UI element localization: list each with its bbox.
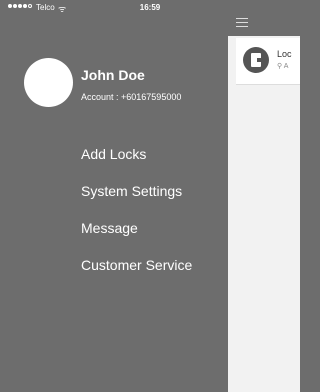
user-icon: ⚲ — [277, 63, 283, 70]
hamburger-menu-icon[interactable] — [236, 18, 248, 27]
lock-sub-text: A — [283, 63, 289, 70]
menu-item-customer-service[interactable]: Customer Service — [81, 257, 192, 273]
user-account: Account : +60167595000 — [81, 92, 182, 102]
menu-item-system-settings[interactable]: System Settings — [81, 183, 182, 199]
lock-icon — [243, 47, 269, 73]
lock-sub-label: ⚲ A — [277, 62, 288, 70]
status-bar: Telco ᯤ 16:59 — [0, 0, 300, 16]
navigation-drawer: John Doe Account : +60167595000 Add Lock… — [0, 0, 228, 392]
menu-item-message[interactable]: Message — [81, 220, 138, 236]
status-time: 16:59 — [139, 3, 161, 12]
avatar[interactable] — [24, 58, 73, 107]
user-name: John Doe — [81, 67, 145, 83]
lock-name: Loc — [277, 49, 292, 59]
menu-item-add-locks[interactable]: Add Locks — [81, 146, 146, 162]
main-content: Loc ⚲ A — [228, 0, 300, 392]
lock-card[interactable]: Loc ⚲ A — [236, 38, 300, 85]
